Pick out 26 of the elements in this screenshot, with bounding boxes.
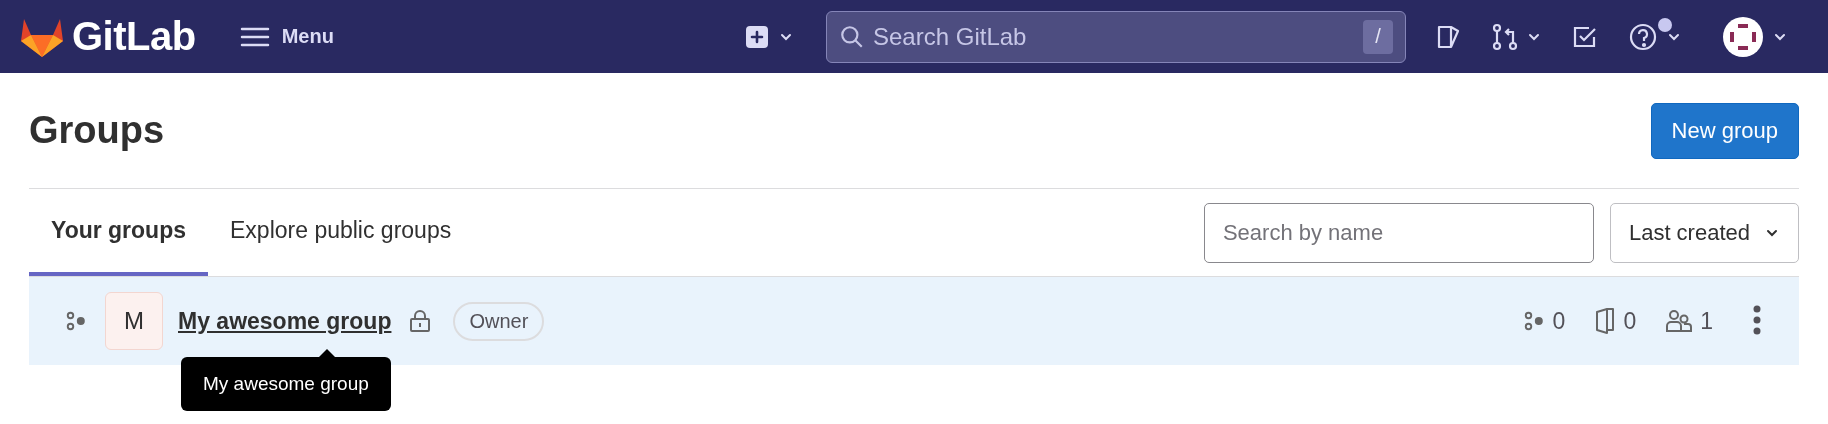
member-count: 1 [1700, 307, 1713, 335]
users-icon [1666, 309, 1693, 333]
group-avatar: M [105, 292, 163, 350]
tooltip: My awesome group [181, 357, 391, 411]
search-field[interactable]: Search by name [1203, 202, 1594, 263]
book-icon [1595, 308, 1616, 334]
project-count: 0 [1623, 307, 1637, 335]
subgroup-icon [65, 310, 87, 332]
search-icon [839, 23, 865, 50]
merge-requests-button[interactable] [1492, 22, 1542, 51]
menu-icon [239, 25, 270, 48]
subgroup-count: 0 [1552, 307, 1566, 335]
menu-button[interactable]: Menu [233, 24, 340, 49]
subgroup-icon [1522, 310, 1545, 332]
tab[interactable]: Explore public groups [208, 189, 474, 276]
help-button[interactable] [1628, 21, 1682, 52]
group-name-link[interactable]: My awesome group [178, 307, 392, 335]
brand-name[interactable]: GitLab [72, 14, 196, 59]
new-group-button[interactable]: New group [1650, 102, 1799, 159]
shortcut-key: / [1363, 19, 1393, 54]
sort-dropdown[interactable]: Last created [1609, 202, 1799, 263]
user-menu-button[interactable] [1722, 15, 1788, 58]
page-title: Groups [29, 109, 165, 152]
plus-icon [746, 25, 768, 48]
search-field[interactable]: Search GitLab / [826, 10, 1406, 63]
role-badge: Owner [453, 301, 545, 341]
